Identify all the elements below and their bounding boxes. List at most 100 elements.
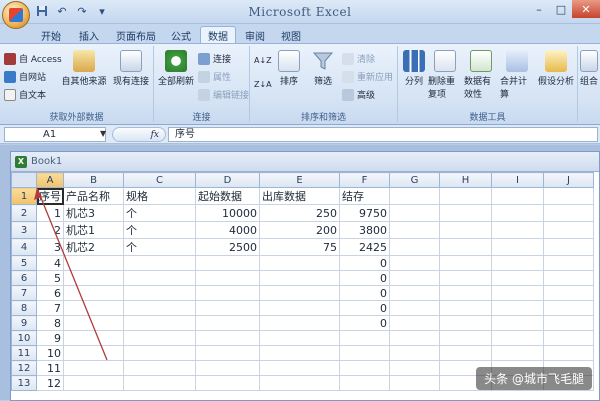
- cell-h2[interactable]: [439, 204, 492, 222]
- cell-j6[interactable]: [543, 270, 594, 286]
- cell-b1[interactable]: 产品名称: [63, 187, 124, 205]
- cell-e2[interactable]: 250: [259, 204, 340, 222]
- cell-f3[interactable]: 3800: [339, 221, 390, 239]
- cell-a3[interactable]: 2: [36, 221, 64, 239]
- cell-a2[interactable]: 1: [36, 204, 64, 222]
- cell-d4[interactable]: 2500: [195, 238, 260, 256]
- cell-h6[interactable]: [439, 270, 492, 286]
- cell-i5[interactable]: [491, 255, 544, 271]
- cell-g10[interactable]: [389, 330, 440, 346]
- cell-j8[interactable]: [543, 300, 594, 316]
- cell-e12[interactable]: [259, 360, 340, 376]
- tab-insert[interactable]: 插入: [74, 26, 104, 44]
- cell-i9[interactable]: [491, 315, 544, 331]
- cell-g7[interactable]: [389, 285, 440, 301]
- cell-b11[interactable]: [63, 345, 124, 361]
- close-button[interactable]: ✕: [572, 0, 600, 18]
- cell-b13[interactable]: [63, 375, 124, 391]
- cell-d11[interactable]: [195, 345, 260, 361]
- column-header-g[interactable]: G: [389, 172, 440, 188]
- what-if-analysis-button[interactable]: 假设分析: [536, 50, 576, 87]
- column-header-d[interactable]: D: [195, 172, 260, 188]
- cell-e7[interactable]: [259, 285, 340, 301]
- column-header-j[interactable]: J: [543, 172, 594, 188]
- cell-j7[interactable]: [543, 285, 594, 301]
- existing-connections-button[interactable]: 现有连接: [110, 50, 152, 87]
- cell-f2[interactable]: 9750: [339, 204, 390, 222]
- row-header[interactable]: 7: [11, 285, 37, 301]
- cell-f7[interactable]: 0: [339, 285, 390, 301]
- cell-e5[interactable]: [259, 255, 340, 271]
- cell-c4[interactable]: 个: [123, 238, 196, 256]
- tab-review[interactable]: 审阅: [240, 26, 270, 44]
- cell-a10[interactable]: 9: [36, 330, 64, 346]
- cell-e9[interactable]: [259, 315, 340, 331]
- row-header[interactable]: 2: [11, 204, 37, 222]
- cell-d13[interactable]: [195, 375, 260, 391]
- cell-g9[interactable]: [389, 315, 440, 331]
- refresh-all-button[interactable]: 全部刷新: [156, 50, 196, 87]
- cell-d10[interactable]: [195, 330, 260, 346]
- cell-c12[interactable]: [123, 360, 196, 376]
- cell-h8[interactable]: [439, 300, 492, 316]
- cell-a5[interactable]: 4: [36, 255, 64, 271]
- cell-c11[interactable]: [123, 345, 196, 361]
- filter-button[interactable]: 筛选: [308, 50, 338, 87]
- cell-f8[interactable]: 0: [339, 300, 390, 316]
- cell-a9[interactable]: 8: [36, 315, 64, 331]
- cell-e10[interactable]: [259, 330, 340, 346]
- group-button[interactable]: 组合: [578, 50, 600, 87]
- cell-h11[interactable]: [439, 345, 492, 361]
- data-validation-button[interactable]: 数据有效性: [464, 50, 498, 100]
- cell-b2[interactable]: 机芯3: [63, 204, 124, 222]
- cell-i10[interactable]: [491, 330, 544, 346]
- cell-a4[interactable]: 3: [36, 238, 64, 256]
- cell-j10[interactable]: [543, 330, 594, 346]
- cell-j3[interactable]: [543, 221, 594, 239]
- cell-a1[interactable]: 序号: [36, 187, 64, 205]
- cell-f13[interactable]: [339, 375, 390, 391]
- cell-b3[interactable]: 机芯1: [63, 221, 124, 239]
- cell-c1[interactable]: 规格: [123, 187, 196, 205]
- cell-d7[interactable]: [195, 285, 260, 301]
- connections-button[interactable]: 连接: [198, 52, 231, 65]
- cell-f10[interactable]: [339, 330, 390, 346]
- reapply-button[interactable]: 重新应用: [342, 70, 393, 83]
- cell-d6[interactable]: [195, 270, 260, 286]
- sort-button[interactable]: 排序: [274, 50, 304, 87]
- cell-b9[interactable]: [63, 315, 124, 331]
- cell-g1[interactable]: [389, 187, 440, 205]
- insert-function-button[interactable]: fx: [112, 127, 166, 142]
- text-to-columns-button[interactable]: 分列: [400, 50, 428, 87]
- sort-ascending-button[interactable]: A↓Z: [254, 56, 272, 65]
- name-box-dropdown-icon[interactable]: ▼: [100, 129, 106, 138]
- select-all-corner[interactable]: [11, 172, 37, 188]
- cell-b7[interactable]: [63, 285, 124, 301]
- cell-g12[interactable]: [389, 360, 440, 376]
- advanced-filter-button[interactable]: 高级: [342, 88, 375, 101]
- cell-e8[interactable]: [259, 300, 340, 316]
- cell-a13[interactable]: 12: [36, 375, 64, 391]
- cell-d2[interactable]: 10000: [195, 204, 260, 222]
- cell-g2[interactable]: [389, 204, 440, 222]
- cell-d9[interactable]: [195, 315, 260, 331]
- cell-i1[interactable]: [491, 187, 544, 205]
- cell-f1[interactable]: 结存: [339, 187, 390, 205]
- row-header[interactable]: 1: [11, 187, 37, 205]
- tab-page-layout[interactable]: 页面布局: [110, 26, 162, 44]
- from-web-button[interactable]: 自网站: [4, 70, 46, 83]
- column-header-b[interactable]: B: [63, 172, 124, 188]
- from-text-button[interactable]: 自文本: [4, 88, 46, 101]
- from-other-sources-button[interactable]: 自其他来源: [60, 50, 108, 87]
- cell-g6[interactable]: [389, 270, 440, 286]
- consolidate-button[interactable]: 合并计算: [500, 50, 534, 100]
- cell-c9[interactable]: [123, 315, 196, 331]
- properties-button[interactable]: 属性: [198, 70, 231, 83]
- edit-links-button[interactable]: 编辑链接: [198, 88, 249, 101]
- cell-c13[interactable]: [123, 375, 196, 391]
- cell-e6[interactable]: [259, 270, 340, 286]
- cell-f6[interactable]: 0: [339, 270, 390, 286]
- cell-g13[interactable]: [389, 375, 440, 391]
- clear-filter-button[interactable]: 清除: [342, 52, 375, 65]
- cell-b10[interactable]: [63, 330, 124, 346]
